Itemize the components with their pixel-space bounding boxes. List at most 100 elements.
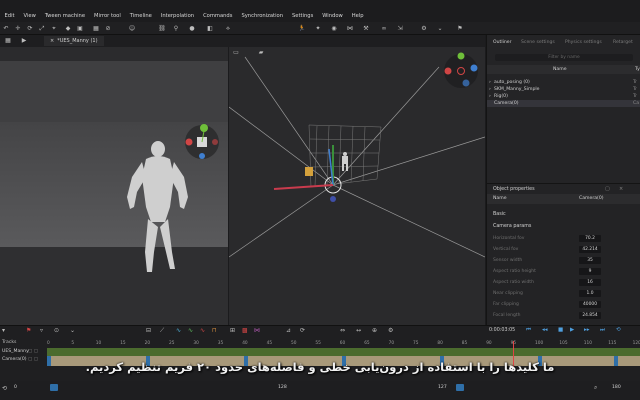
visibility-icon[interactable]: ▢ ▢ bbox=[28, 349, 38, 354]
record-icon[interactable]: ◉ bbox=[330, 25, 338, 32]
section-camera[interactable]: Camera params bbox=[493, 224, 531, 229]
bone-icon[interactable]: ⊘ bbox=[104, 25, 112, 32]
play-icon[interactable]: ▶ bbox=[570, 327, 574, 333]
timeline-ruler[interactable]: 0510152025303540455055606570758085909510… bbox=[47, 341, 640, 348]
character-model[interactable] bbox=[0, 47, 228, 325]
axis-gizmo-icon[interactable] bbox=[442, 52, 480, 90]
expand-icon[interactable]: › bbox=[489, 93, 491, 100]
track-label[interactable]: UES_Manny bbox=[2, 349, 29, 354]
loop-icon[interactable]: ⟲ bbox=[2, 385, 7, 392]
menu-view[interactable]: View bbox=[19, 12, 40, 21]
prop-value[interactable]: 1.0 bbox=[579, 290, 601, 297]
flag-icon[interactable]: ⚑ bbox=[456, 25, 464, 32]
move-icon[interactable]: ⇲ bbox=[396, 25, 404, 32]
tab-scene-settings[interactable]: Scene settings bbox=[521, 40, 555, 45]
menu-help[interactable]: Help bbox=[347, 12, 368, 21]
cursor-icon[interactable]: ✛ bbox=[14, 25, 22, 32]
column-type[interactable]: Ty bbox=[635, 67, 640, 72]
walk-icon[interactable]: ✦ bbox=[314, 25, 322, 32]
loop-play-icon[interactable]: ⟲ bbox=[616, 327, 621, 333]
view-gizmo-icon[interactable] bbox=[183, 123, 221, 161]
menu-edit[interactable]: Edit bbox=[0, 12, 19, 21]
range-handle-left[interactable] bbox=[50, 384, 58, 391]
loop-icon[interactable]: ∞ bbox=[380, 25, 388, 32]
next-key-icon[interactable]: ⏭ bbox=[600, 327, 605, 334]
prop-value[interactable]: 24.854 bbox=[579, 312, 601, 319]
settings-icon[interactable]: ⚙ bbox=[420, 25, 428, 32]
filter-track-icon[interactable]: ⊿ bbox=[286, 327, 291, 334]
undo-icon[interactable]: ↶ bbox=[2, 25, 10, 32]
tool-icon[interactable]: ⚒ bbox=[362, 25, 370, 32]
ik-icon[interactable]: ⟡ bbox=[224, 25, 232, 32]
pin-icon[interactable]: ⚲ bbox=[172, 25, 180, 32]
curve-step-icon[interactable]: ⊓ bbox=[212, 327, 217, 334]
outliner-item[interactable]: › SKM_Manny_Simple Tr bbox=[487, 86, 640, 93]
prop-value[interactable]: 35 bbox=[579, 257, 601, 264]
merge-icon[interactable]: ⋈ bbox=[346, 25, 354, 32]
range-handle-right[interactable] bbox=[456, 384, 464, 391]
outliner-item[interactable]: › Rig(0) Tr bbox=[487, 93, 640, 100]
sphere-icon[interactable]: ● bbox=[188, 25, 196, 32]
close-icon[interactable]: × bbox=[619, 186, 623, 192]
tab-physics-settings[interactable]: Physics settings bbox=[565, 40, 602, 45]
prop-value[interactable]: 40000 bbox=[579, 301, 601, 308]
scale-key-icon[interactable]: ⇔ bbox=[340, 327, 345, 334]
prop-value[interactable]: 9 bbox=[579, 268, 601, 275]
outliner-filter-input[interactable]: Filter by name bbox=[495, 54, 633, 61]
menu-mirror-tool[interactable]: Mirror tool bbox=[90, 12, 126, 21]
rotate-icon[interactable]: ⟳ bbox=[26, 25, 34, 32]
tab-file[interactable]: × *UES_Manny (1) bbox=[44, 36, 104, 46]
track-animation[interactable] bbox=[47, 348, 640, 356]
zoom-value[interactable]: 180 bbox=[612, 385, 621, 390]
run-icon[interactable]: 🏃 bbox=[298, 25, 306, 32]
link-icon[interactable]: ⛓ bbox=[158, 25, 166, 32]
curve-linear-icon[interactable]: ⟋ bbox=[160, 327, 164, 335]
tab-outliner[interactable]: Outliner bbox=[493, 40, 512, 45]
character-icon[interactable]: ☺ bbox=[128, 25, 136, 32]
box-icon[interactable]: ▣ bbox=[76, 25, 84, 32]
grid-view-icon[interactable]: ▦ bbox=[4, 37, 12, 44]
cube-icon[interactable]: ◧ bbox=[206, 25, 214, 32]
chevron-icon[interactable]: ⌄ bbox=[436, 25, 444, 32]
mirror-icon[interactable]: ⋈ bbox=[254, 327, 260, 334]
settings-icon[interactable]: ⚙ bbox=[388, 327, 393, 334]
loop-icon[interactable]: ⟳ bbox=[300, 327, 305, 334]
zoom-icon[interactable]: ⌕ bbox=[594, 384, 597, 392]
snap-icon[interactable]: ⊕ bbox=[372, 327, 377, 334]
curve-out-icon[interactable]: ∿ bbox=[200, 327, 205, 334]
scale-icon[interactable]: ⤢ bbox=[38, 25, 46, 32]
key-icon[interactable]: ◆ bbox=[64, 25, 72, 32]
prev-frame-icon[interactable]: ◂◂ bbox=[542, 327, 548, 333]
filter-icon[interactable]: ▿ bbox=[40, 327, 43, 334]
viewport-top[interactable]: ▭ ▰ bbox=[229, 47, 485, 325]
curve-ease-icon[interactable]: ∿ bbox=[176, 327, 181, 334]
stop-icon[interactable]: ■ bbox=[558, 327, 563, 333]
menu-interpolation[interactable]: Interpolation bbox=[156, 12, 198, 21]
menu-settings[interactable]: Settings bbox=[288, 12, 318, 21]
menu-commands[interactable]: Commands bbox=[199, 12, 237, 21]
prop-value[interactable]: 16 bbox=[579, 279, 601, 286]
viewport-perspective[interactable] bbox=[0, 47, 228, 325]
prev-key-icon[interactable]: ⏮ bbox=[526, 327, 531, 334]
column-name[interactable]: Name bbox=[553, 67, 567, 72]
select-icon[interactable]: ⌖ bbox=[50, 25, 58, 32]
play-icon[interactable]: ▶ bbox=[20, 37, 28, 44]
grid-icon[interactable]: ▦ bbox=[92, 25, 100, 32]
collapse-icon[interactable]: ▾ bbox=[2, 327, 5, 334]
move-key-icon[interactable]: ↔ bbox=[356, 327, 361, 334]
delete-icon[interactable]: ▩ bbox=[242, 327, 248, 334]
next-frame-icon[interactable]: ▸▸ bbox=[584, 327, 590, 333]
name-value[interactable]: Camera(0) bbox=[579, 196, 604, 201]
menu-window[interactable]: Window bbox=[318, 12, 347, 21]
copy-icon[interactable]: ⊞ bbox=[230, 327, 235, 334]
section-basic[interactable]: Basic bbox=[493, 212, 506, 217]
float-icon[interactable]: ▢ bbox=[605, 186, 610, 192]
frame-current[interactable]: 127 bbox=[438, 385, 447, 390]
curve-in-icon[interactable]: ∿ bbox=[188, 327, 193, 334]
history-icon[interactable]: ⊙ bbox=[54, 327, 59, 334]
expand-icon[interactable]: › bbox=[489, 86, 491, 93]
menu-timeline[interactable]: Timeline bbox=[125, 12, 156, 21]
options-icon[interactable]: ⌄ bbox=[70, 327, 75, 334]
close-icon[interactable]: × bbox=[50, 38, 54, 44]
prop-value[interactable]: 70.2 bbox=[579, 235, 601, 242]
